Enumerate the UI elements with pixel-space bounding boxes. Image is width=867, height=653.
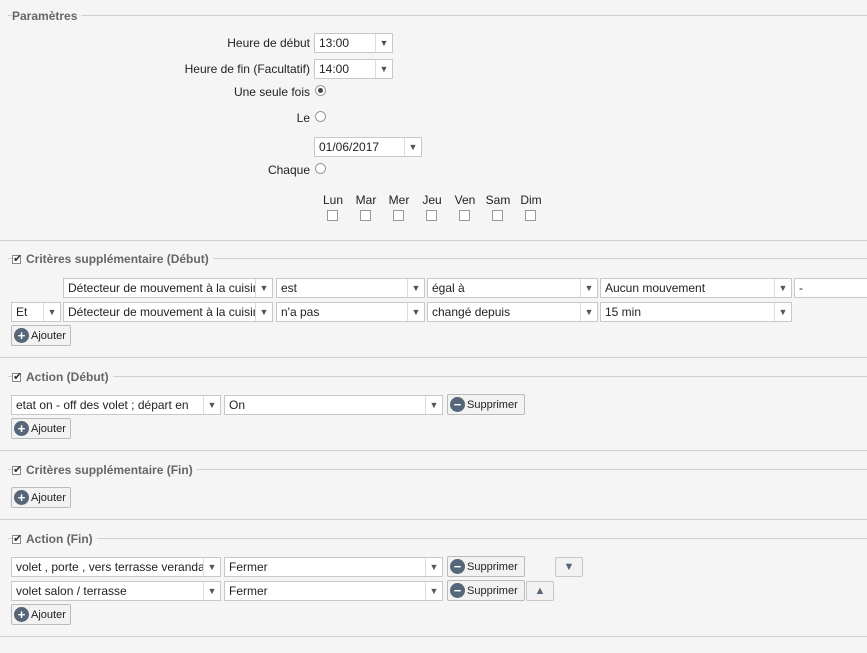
action-start-title: Action (Début)	[12, 370, 113, 384]
chevron-down-icon: ▼	[375, 60, 392, 78]
day-checkbox-mar[interactable]	[360, 210, 371, 221]
move-down-button[interactable]: ▼	[555, 557, 583, 577]
once-label: Une seule fois	[233, 85, 310, 99]
criteria-device-select[interactable]: Détecteur de mouvement à la cuisine ▼	[63, 302, 273, 322]
chevron-down-icon: ▼	[203, 558, 220, 576]
plus-icon: +	[14, 607, 29, 622]
on-date-radio[interactable]	[315, 111, 326, 122]
day-checkbox-mer[interactable]	[393, 210, 404, 221]
chevron-down-icon: ▼	[580, 303, 597, 321]
plus-icon: +	[14, 490, 29, 505]
up-arrow-icon: ▲	[534, 585, 546, 597]
delete-action-button[interactable]: − Supprimer	[447, 580, 525, 601]
day-label: Dim	[520, 193, 542, 207]
section-divider	[0, 240, 867, 241]
end-time-label: Heure de fin (Facultatif)	[184, 62, 310, 76]
section-divider	[0, 636, 867, 637]
end-time-select[interactable]: 14:00 ▼	[314, 59, 393, 79]
date-select[interactable]: 01/06/2017 ▼	[314, 137, 422, 157]
section-divider	[0, 357, 867, 358]
on-date-label: Le	[296, 111, 310, 125]
chevron-down-icon: ▼	[425, 582, 442, 600]
day-label: Jeu	[422, 193, 442, 207]
chevron-down-icon: ▼	[774, 303, 791, 321]
action-value-select[interactable]: On ▼	[224, 395, 443, 415]
delete-action-button[interactable]: − Supprimer	[447, 394, 525, 415]
chevron-down-icon: ▼	[203, 396, 220, 414]
chevron-down-icon: ▼	[43, 303, 60, 321]
criteria-value-select[interactable]: Aucun mouvement ▼	[600, 278, 792, 298]
chevron-down-icon: ▼	[255, 279, 272, 297]
criteria-value-select[interactable]: 15 min ▼	[600, 302, 792, 322]
criteria-extra-input[interactable]: -	[794, 278, 867, 298]
chevron-down-icon: ▼	[425, 558, 442, 576]
day-checkbox-dim[interactable]	[525, 210, 536, 221]
action-start-checkbox[interactable]	[12, 370, 22, 383]
section-divider	[8, 15, 867, 16]
section-divider	[0, 450, 867, 451]
action-device-select[interactable]: etat on - off des volet ; départ en ▼	[11, 395, 221, 415]
each-radio[interactable]	[315, 163, 326, 174]
add-action-start-button[interactable]: + Ajouter	[11, 418, 71, 439]
chevron-down-icon: ▼	[407, 303, 424, 321]
params-section-title: Paramètres	[12, 9, 82, 23]
criteria-start-checkbox[interactable]	[12, 252, 22, 265]
section-divider	[8, 538, 867, 539]
criteria-end-checkbox[interactable]	[12, 463, 22, 476]
action-value-select[interactable]: Fermer ▼	[224, 581, 443, 601]
chevron-down-icon: ▼	[580, 279, 597, 297]
chevron-down-icon: ▼	[407, 279, 424, 297]
day-label: Lun	[322, 193, 344, 207]
add-action-end-button[interactable]: + Ajouter	[11, 604, 71, 625]
minus-icon: −	[450, 559, 465, 574]
action-device-select[interactable]: volet salon / terrasse ▼	[11, 581, 221, 601]
start-time-select[interactable]: 13:00 ▼	[314, 33, 393, 53]
each-label: Chaque	[267, 163, 310, 177]
chevron-down-icon: ▼	[375, 34, 392, 52]
chevron-down-icon: ▼	[255, 303, 272, 321]
criteria-start-title: Critères supplémentaire (Début)	[12, 252, 213, 266]
add-criteria-start-button[interactable]: + Ajouter	[11, 325, 71, 346]
action-device-select[interactable]: volet , porte , vers terrasse veranda ▼	[11, 557, 221, 577]
delete-action-button[interactable]: − Supprimer	[447, 556, 525, 577]
day-checkbox-sam[interactable]	[492, 210, 503, 221]
day-checkbox-ven[interactable]	[459, 210, 470, 221]
chevron-down-icon: ▼	[203, 582, 220, 600]
action-value-select[interactable]: Fermer ▼	[224, 557, 443, 577]
minus-icon: −	[450, 583, 465, 598]
action-end-checkbox[interactable]	[12, 532, 22, 545]
criteria-operator-select[interactable]: Et ▼	[11, 302, 61, 322]
criteria-comparator-select[interactable]: changé depuis ▼	[427, 302, 598, 322]
day-label: Ven	[454, 193, 476, 207]
once-radio[interactable]	[315, 85, 326, 96]
day-label: Mar	[355, 193, 377, 207]
add-criteria-end-button[interactable]: + Ajouter	[11, 487, 71, 508]
chevron-down-icon: ▼	[404, 138, 421, 156]
criteria-verb-select[interactable]: n'a pas ▼	[276, 302, 425, 322]
criteria-verb-select[interactable]: est ▼	[276, 278, 425, 298]
criteria-device-select[interactable]: Détecteur de mouvement à la cuisine ▼	[63, 278, 273, 298]
day-checkbox-lun[interactable]	[327, 210, 338, 221]
chevron-down-icon: ▼	[774, 279, 791, 297]
plus-icon: +	[14, 421, 29, 436]
criteria-comparator-select[interactable]: égal à ▼	[427, 278, 598, 298]
start-time-label: Heure de début	[227, 36, 310, 50]
down-arrow-icon: ▼	[563, 561, 575, 573]
plus-icon: +	[14, 328, 29, 343]
move-up-button[interactable]: ▲	[526, 581, 554, 601]
action-end-title: Action (Fin)	[12, 532, 97, 546]
day-label: Mer	[388, 193, 410, 207]
section-divider	[8, 376, 867, 377]
minus-icon: −	[450, 397, 465, 412]
day-label: Sam	[485, 193, 511, 207]
chevron-down-icon: ▼	[425, 396, 442, 414]
day-checkbox-jeu[interactable]	[426, 210, 437, 221]
criteria-end-title: Critères supplémentaire (Fin)	[12, 463, 197, 477]
section-divider	[0, 519, 867, 520]
